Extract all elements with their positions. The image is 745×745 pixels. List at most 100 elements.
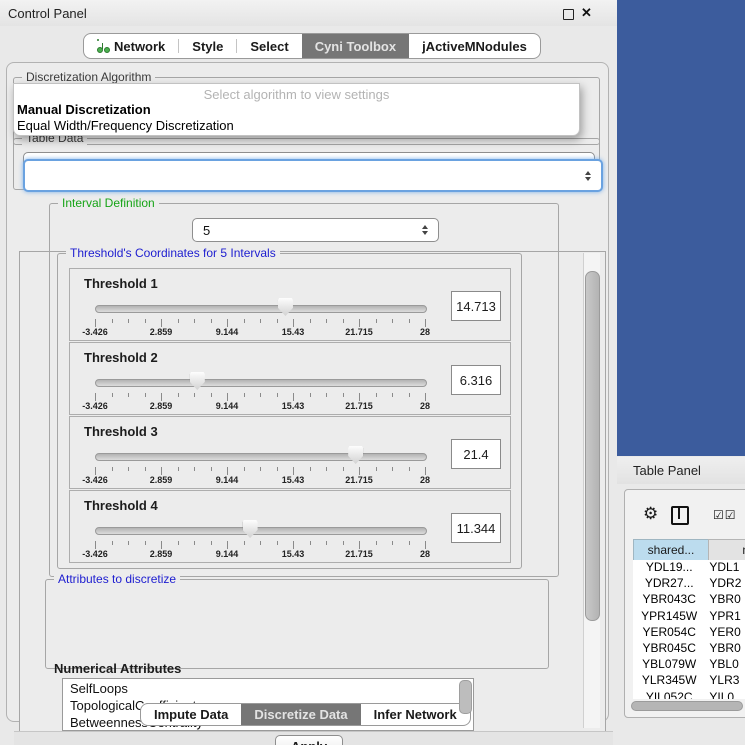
threshold-value-field[interactable]: 21.4 bbox=[451, 439, 501, 469]
slider-track[interactable] bbox=[95, 305, 427, 313]
tick-mark bbox=[326, 319, 327, 323]
tick-mark bbox=[392, 541, 393, 545]
slider-track[interactable] bbox=[95, 453, 427, 461]
node-table-panel: ⚙ ☑☑ shared... n YDL19...YDL1YDR27...YDR… bbox=[624, 489, 745, 718]
apply-button[interactable]: Apply bbox=[275, 735, 343, 745]
table-row[interactable]: YLR345WYLR3 bbox=[633, 673, 745, 689]
tick-mark bbox=[161, 393, 162, 401]
tick-mark bbox=[376, 541, 377, 545]
network-icon bbox=[97, 39, 109, 53]
bottom-tab-bar: Impute DataDiscretize DataInfer Network bbox=[140, 703, 471, 726]
threshold-value-field[interactable]: 11.344 bbox=[451, 513, 501, 543]
tab-network[interactable]: Network bbox=[84, 34, 178, 58]
popup-hint: Select algorithm to view settings bbox=[14, 87, 579, 102]
group-title: Attributes to discretize bbox=[54, 572, 180, 586]
tab-infer-network[interactable]: Infer Network bbox=[361, 704, 470, 725]
tick-mark bbox=[145, 393, 146, 397]
tick-mark bbox=[260, 319, 261, 323]
threshold-panel-1: Threshold 1-3.4262.8599.14415.4321.71528… bbox=[69, 268, 511, 341]
table-row[interactable]: YBR043CYBR0 bbox=[633, 592, 745, 608]
tick-label: 2.859 bbox=[139, 475, 183, 485]
tick-mark bbox=[425, 393, 426, 401]
table-row[interactable]: YIL052CYIL0 bbox=[633, 690, 745, 699]
tick-mark bbox=[326, 467, 327, 471]
attribute-item[interactable]: SelfLoops bbox=[70, 681, 128, 696]
tick-mark bbox=[260, 541, 261, 545]
tab-style[interactable]: Style bbox=[179, 34, 236, 58]
tab-jactivemnodules[interactable]: jActiveMNodules bbox=[409, 34, 540, 58]
slider-knob[interactable] bbox=[278, 298, 293, 316]
tick-mark bbox=[359, 541, 360, 549]
tick-mark bbox=[178, 467, 179, 471]
tick-mark bbox=[293, 393, 294, 401]
tick-mark bbox=[227, 467, 228, 475]
tick-mark bbox=[310, 393, 311, 397]
threshold-label: Threshold 2 bbox=[84, 350, 158, 365]
network-window-frame: GAL80GACGAL11GAL4GCY1HHAP2 bbox=[617, 0, 745, 456]
threshold-label: Threshold 1 bbox=[84, 276, 158, 291]
table-row[interactable]: YER054CYER0 bbox=[633, 625, 745, 641]
popup-option[interactable]: Manual Discretization bbox=[17, 102, 151, 117]
vertical-scrollbar-thumb[interactable] bbox=[585, 271, 600, 621]
tick-mark bbox=[244, 541, 245, 545]
tab-cyni-toolbox[interactable]: Cyni Toolbox bbox=[302, 34, 409, 58]
gear-icon[interactable]: ⚙ bbox=[643, 504, 658, 524]
threshold-value-field[interactable]: 14.713 bbox=[451, 291, 501, 321]
tick-label: 9.144 bbox=[205, 549, 249, 559]
split-view-icon[interactable] bbox=[671, 506, 689, 525]
tab-discretize-data[interactable]: Discretize Data bbox=[241, 704, 360, 725]
tick-mark bbox=[112, 393, 113, 397]
tick-mark bbox=[359, 393, 360, 401]
tab-select[interactable]: Select bbox=[237, 34, 301, 58]
table-row[interactable]: YPR145WYPR1 bbox=[633, 609, 745, 625]
slider-knob[interactable] bbox=[348, 446, 363, 464]
tick-mark bbox=[161, 467, 162, 475]
threshold-value-field[interactable]: 6.316 bbox=[451, 365, 501, 395]
tick-label: 2.859 bbox=[139, 401, 183, 411]
slider-track[interactable] bbox=[95, 379, 427, 387]
attributes-list-scrollbar-thumb[interactable] bbox=[459, 680, 472, 714]
slider-knob[interactable] bbox=[243, 520, 258, 538]
control-panel-titlebar: Control Panel ✕ bbox=[0, 0, 617, 26]
tick-mark bbox=[343, 467, 344, 471]
float-window-icon[interactable] bbox=[563, 9, 574, 20]
table-panel-title: Table Panel bbox=[633, 463, 701, 478]
column-header-shared[interactable]: shared... bbox=[633, 539, 709, 561]
tick-mark bbox=[95, 393, 96, 401]
tick-mark bbox=[244, 467, 245, 471]
group-title: Interval Definition bbox=[58, 196, 159, 210]
table-row[interactable]: YBL079WYBL0 bbox=[633, 657, 745, 673]
tick-mark bbox=[359, 467, 360, 475]
tick-mark bbox=[128, 393, 129, 397]
table-panel-titlebar: Table Panel bbox=[617, 457, 745, 484]
table-row[interactable]: YBR045CYBR0 bbox=[633, 641, 745, 657]
close-icon[interactable]: ✕ bbox=[581, 5, 592, 21]
slider-knob[interactable] bbox=[190, 372, 205, 390]
algorithm-combobox[interactable] bbox=[23, 159, 603, 192]
table-row[interactable]: YDL19...YDL1 bbox=[633, 560, 745, 576]
tick-label: 28 bbox=[403, 549, 447, 559]
tick-label: 15.43 bbox=[271, 401, 315, 411]
tick-mark bbox=[376, 393, 377, 397]
group-title: Threshold's Coordinates for 5 Intervals bbox=[66, 246, 280, 260]
column-header-name[interactable]: n bbox=[708, 539, 745, 561]
slider-track[interactable] bbox=[95, 527, 427, 535]
tick-label: 9.144 bbox=[205, 327, 249, 337]
intervals-value: 5 bbox=[193, 223, 417, 238]
threshold-label: Threshold 4 bbox=[84, 498, 158, 513]
top-tab-bar: NetworkStyleSelectCyni ToolboxjActiveMNo… bbox=[83, 33, 541, 59]
tick-mark bbox=[277, 319, 278, 323]
table-row[interactable]: YDR27...YDR2 bbox=[633, 576, 745, 592]
tick-label: 21.715 bbox=[337, 401, 381, 411]
popup-option[interactable]: Equal Width/Frequency Discretization bbox=[17, 118, 234, 133]
tick-mark bbox=[178, 541, 179, 545]
tick-mark bbox=[178, 393, 179, 397]
horizontal-scrollbar-thumb[interactable] bbox=[631, 701, 743, 711]
tab-impute-data[interactable]: Impute Data bbox=[141, 704, 241, 725]
checkbox-columns-icon[interactable]: ☑☑ bbox=[713, 508, 737, 522]
tick-mark bbox=[425, 541, 426, 549]
tick-mark bbox=[310, 467, 311, 471]
tick-mark bbox=[194, 541, 195, 545]
number-of-intervals-spinner[interactable]: 5 bbox=[192, 218, 439, 242]
tick-label: 28 bbox=[403, 401, 447, 411]
